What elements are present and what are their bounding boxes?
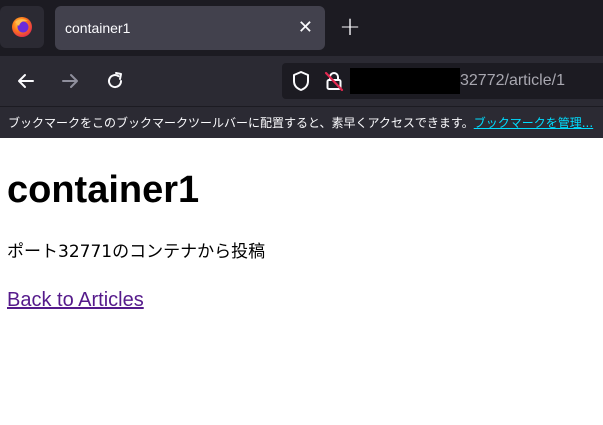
page-title: container1	[7, 169, 200, 211]
tab-title: container1	[65, 20, 131, 36]
firefox-menu-button[interactable]	[0, 6, 44, 48]
url-text[interactable]: 32772/article/1	[460, 63, 565, 99]
navigation-toolbar: 32772/article/1	[0, 56, 603, 106]
forward-button[interactable]	[55, 66, 85, 96]
reload-button[interactable]	[100, 66, 130, 96]
firefox-icon	[12, 17, 32, 37]
lock-icon[interactable]	[322, 69, 346, 93]
back-to-articles-link[interactable]: Back to Articles	[7, 287, 144, 313]
reload-icon	[108, 72, 123, 89]
address-bar[interactable]: 32772/article/1	[282, 63, 603, 99]
bookmark-bar-message: ブックマークをこのブックマークツールバーに配置すると、素早くアクセスできます。	[8, 116, 474, 130]
tab-bar: container1 ✕ +	[0, 0, 603, 56]
bookmarks-toolbar: ブックマークをこのブックマークツールバーに配置すると、素早くアクセスできます。 …	[0, 106, 603, 138]
close-icon[interactable]: ✕	[298, 19, 313, 37]
page-content: container1 ポート32771のコンテナから投稿 Back to Art…	[0, 168, 603, 313]
redacted-host	[350, 68, 460, 94]
forward-arrow-icon	[62, 74, 78, 88]
manage-bookmarks-link[interactable]: ブックマークを管理...	[474, 114, 593, 131]
tab-container1[interactable]: container1 ✕	[55, 6, 325, 50]
back-button[interactable]	[11, 66, 41, 96]
plus-icon[interactable]: +	[336, 14, 364, 42]
article-body: ポート32771のコンテナから投稿	[7, 242, 266, 262]
back-arrow-icon	[18, 74, 34, 88]
shield-icon[interactable]	[290, 70, 312, 92]
